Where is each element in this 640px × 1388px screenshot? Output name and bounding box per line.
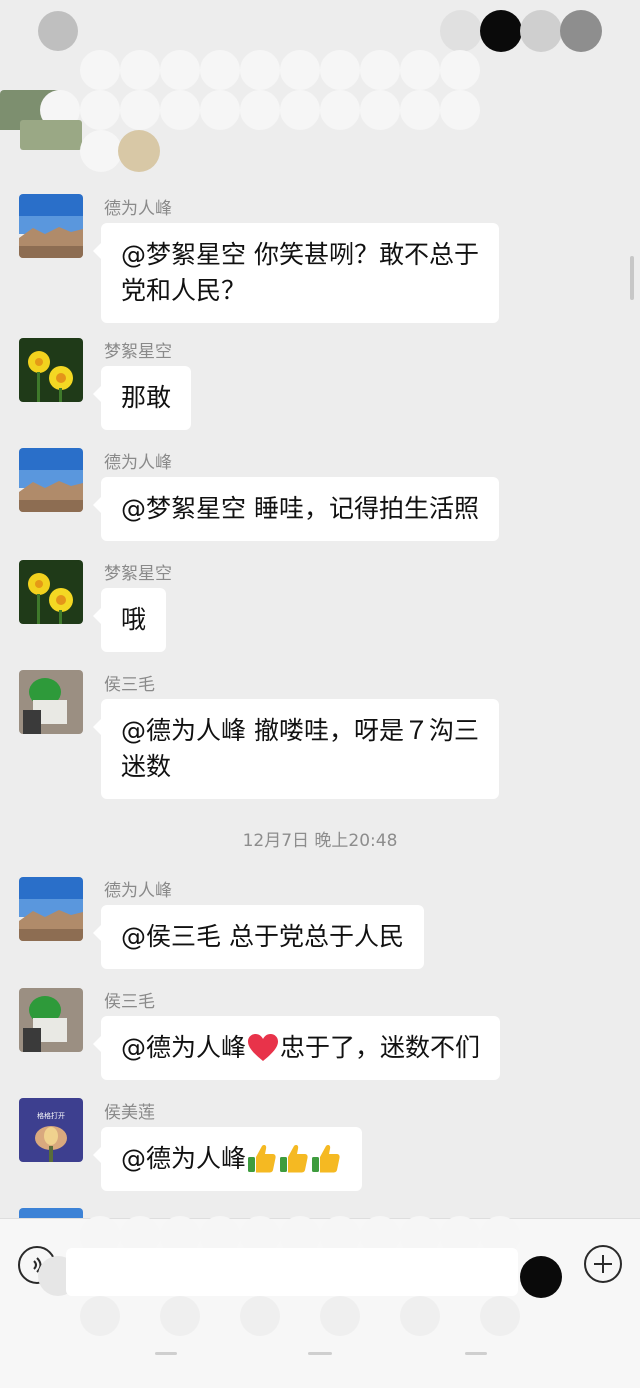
message-bubble[interactable]: 哦: [92, 588, 167, 652]
more-actions-button[interactable]: [584, 1245, 622, 1283]
plus-icon: [594, 1255, 612, 1273]
message-bubble[interactable]: 那敢: [92, 366, 192, 430]
message-text-line: @德为人峰 忠于了，迷数不们: [121, 1030, 480, 1066]
daffodil-icon: [19, 338, 83, 402]
chat-timestamp: 12月7日 晚上20:48: [242, 831, 398, 851]
avatar[interactable]: [19, 448, 83, 512]
obscured-bubble: [80, 130, 122, 172]
thumbs-up-icon: [248, 1145, 340, 1173]
sender-name: 梦絮星空: [104, 564, 172, 584]
avatar-caption: 格格打开: [37, 1111, 65, 1120]
message-bubble[interactable]: @侯三毛 总于党总于人民: [93, 905, 424, 969]
sky-landscape-icon: [19, 877, 83, 941]
mention-text: @德为人峰: [121, 1144, 247, 1173]
sender-name: 梦絮星空: [104, 342, 172, 362]
message-text-line: 那敢: [121, 383, 172, 412]
avatar[interactable]: 格格打开: [19, 1098, 83, 1162]
nav-back-button[interactable]: [465, 1352, 487, 1355]
obscured-strip: [0, 90, 640, 130]
header-decoration: [480, 10, 522, 52]
avatar[interactable]: [19, 338, 83, 402]
sender-name: 侯三毛: [104, 675, 155, 695]
message-bubble[interactable]: @梦絮星空 你笑甚咧？敢不总于 党和人民？: [93, 223, 499, 323]
more-button[interactable]: [560, 10, 602, 52]
message-bubble[interactable]: @梦絮星空 睡哇，记得拍生活照: [93, 477, 499, 541]
avatar[interactable]: [19, 194, 83, 258]
message-input[interactable]: [66, 1248, 518, 1296]
message-text-line: @梦絮星空 你笑甚咧？敢不总于: [121, 240, 479, 269]
message-bubble[interactable]: @德为人峰 忠于了，迷数不们: [92, 1016, 501, 1080]
message-text-line: @德为人峰 撤喽哇，呀是７沟三: [121, 716, 479, 745]
sender-name: 德为人峰: [104, 199, 172, 219]
nav-recent-button[interactable]: [155, 1352, 177, 1355]
message-text-line: 哦: [121, 605, 147, 634]
back-button[interactable]: [38, 11, 78, 51]
message-text-line: @侯三毛 总于党总于人民: [121, 922, 404, 951]
sender-name: 德为人峰: [104, 453, 172, 473]
avatar[interactable]: [19, 988, 83, 1052]
green-cabbage-icon: [19, 670, 83, 734]
sky-landscape-icon: [19, 448, 83, 512]
red-heart-icon: [248, 1034, 279, 1061]
message-text-line: 党和人民？: [121, 276, 247, 305]
header-decoration: [520, 10, 562, 52]
message-text-line: @德为人峰: [121, 1141, 342, 1177]
mention-text: @德为人峰: [121, 1033, 247, 1062]
avatar[interactable]: [19, 877, 83, 941]
message-bubble[interactable]: @德为人峰 撤喽哇，呀是７沟三 迷数: [93, 699, 499, 799]
emoji-button[interactable]: [520, 1256, 562, 1298]
obscured-strip: [0, 50, 640, 90]
obscured-avatar: [20, 120, 82, 150]
message-bubble[interactable]: @德为人峰: [92, 1127, 363, 1191]
lotus-flower-icon: 格格打开: [19, 1098, 83, 1162]
message-text-line: 迷数: [121, 752, 172, 781]
sky-landscape-icon: [19, 194, 83, 258]
sender-name: 侯三毛: [104, 992, 155, 1012]
avatar[interactable]: [19, 670, 83, 734]
message-text-line: @梦絮星空 睡哇，记得拍生活照: [121, 494, 479, 523]
sender-name: 侯美莲: [104, 1103, 155, 1123]
obscured-sticker: [118, 130, 160, 172]
scroll-indicator: [630, 256, 634, 300]
green-cabbage-icon: [19, 988, 83, 1052]
message-text-rest: 忠于了，迷数不们: [280, 1033, 481, 1062]
avatar[interactable]: [19, 560, 83, 624]
header-decoration: [440, 10, 482, 52]
sender-name: 德为人峰: [104, 881, 172, 901]
obscured-strip: [0, 1296, 640, 1336]
daffodil-icon: [19, 560, 83, 624]
nav-home-button[interactable]: [308, 1352, 332, 1355]
